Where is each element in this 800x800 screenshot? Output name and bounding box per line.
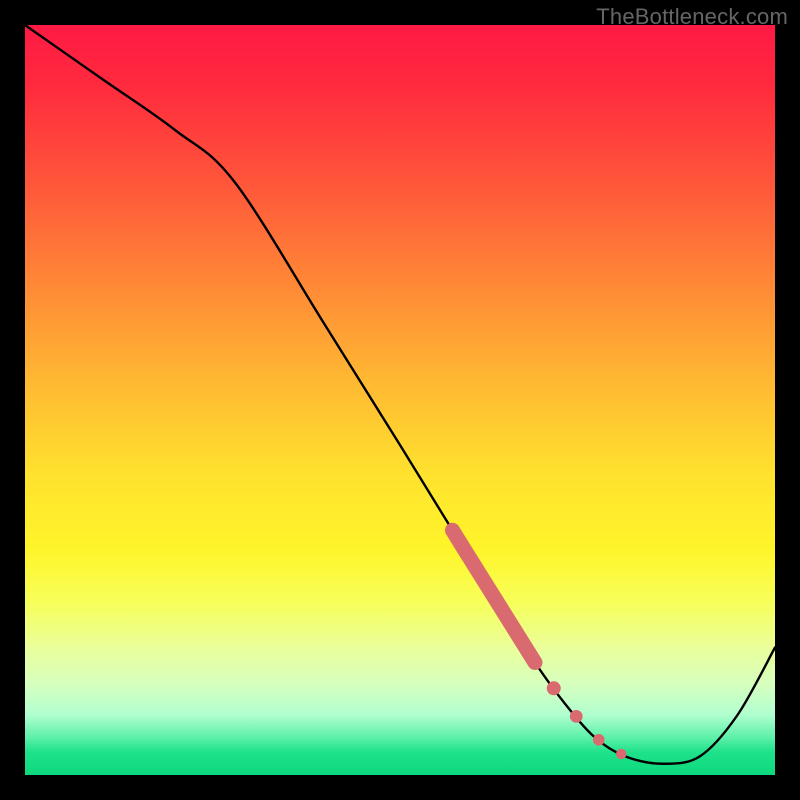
chart-stage: TheBottleneck.com [0, 0, 800, 800]
curve-layer [25, 25, 775, 764]
highlight-dot [547, 681, 561, 695]
chart-svg [25, 25, 775, 775]
highlight-thick-segment [453, 530, 536, 662]
highlight-dot [616, 749, 626, 759]
highlight-layer [453, 530, 627, 759]
highlight-dot [570, 710, 583, 723]
highlight-dot [593, 734, 605, 746]
plot-area [25, 25, 775, 775]
bottleneck-curve [25, 25, 775, 764]
